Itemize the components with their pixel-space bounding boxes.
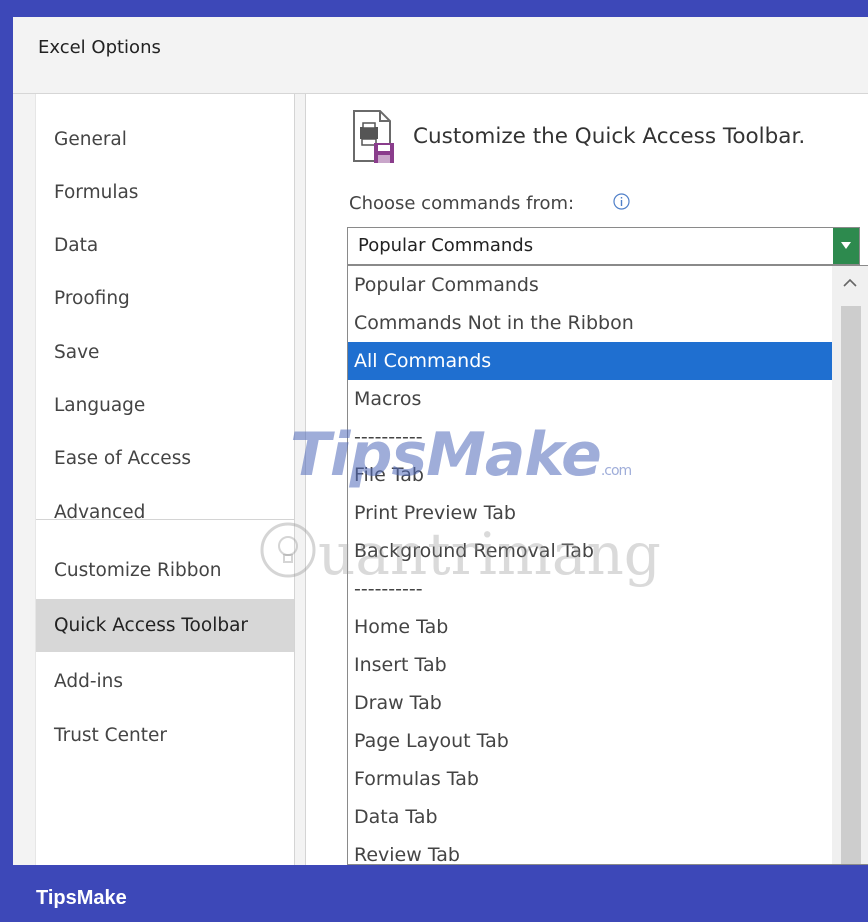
quantrimang-watermark: uantrimang: [318, 520, 661, 588]
nav-divider: [36, 519, 294, 520]
tipsmake-watermark: TipsMake.com: [290, 420, 632, 490]
option-draw-tab[interactable]: Draw Tab: [348, 684, 832, 722]
footer-brand: TipsMake: [36, 887, 127, 909]
dropdown-toggle-button[interactable]: [833, 228, 859, 264]
list-scrollbar[interactable]: [832, 266, 868, 864]
watermark-brand: TipsMake: [290, 420, 602, 490]
options-nav: General Formulas Data Proofing Save Lang…: [35, 94, 295, 865]
option-review-tab[interactable]: Review Tab: [348, 836, 832, 864]
choose-commands-dropdown[interactable]: Popular Commands: [347, 227, 860, 265]
option-commands-not-in-ribbon[interactable]: Commands Not in the Ribbon: [348, 304, 832, 342]
lightbulb-watermark-icon: [260, 522, 316, 578]
quick-access-toolbar-icon: [353, 110, 394, 163]
info-icon[interactable]: [613, 193, 630, 210]
nav-item-advanced[interactable]: Advanced: [36, 488, 294, 538]
panel-heading: Customize the Quick Access Toolbar.: [413, 124, 806, 149]
option-home-tab[interactable]: Home Tab: [348, 608, 832, 646]
option-insert-tab[interactable]: Insert Tab: [348, 646, 832, 684]
nav-item-data[interactable]: Data: [36, 221, 294, 271]
dropdown-selected-value: Popular Commands: [358, 235, 534, 256]
nav-item-ease-of-access[interactable]: Ease of Access: [36, 434, 294, 484]
nav-item-formulas[interactable]: Formulas: [36, 168, 294, 218]
nav-item-language[interactable]: Language: [36, 381, 294, 431]
window-title: Excel Options: [38, 37, 161, 58]
option-page-layout-tab[interactable]: Page Layout Tab: [348, 722, 832, 760]
chevron-down-icon: [841, 242, 851, 249]
nav-item-proofing[interactable]: Proofing: [36, 274, 294, 324]
option-formulas-tab[interactable]: Formulas Tab: [348, 760, 832, 798]
scrollbar-thumb[interactable]: [841, 306, 861, 864]
footer-bar: TipsMake: [0, 865, 868, 922]
nav-item-trust-center[interactable]: Trust Center: [36, 711, 294, 761]
chevron-up-icon[interactable]: [842, 278, 858, 288]
watermark-brand-suffix: .com: [600, 463, 632, 479]
nav-item-customize-ribbon[interactable]: Customize Ribbon: [36, 546, 294, 596]
nav-item-general[interactable]: General: [36, 115, 294, 165]
choose-commands-label: Choose commands from:: [349, 193, 575, 214]
nav-item-add-ins[interactable]: Add-ins: [36, 657, 294, 707]
option-data-tab[interactable]: Data Tab: [348, 798, 832, 836]
nav-item-save[interactable]: Save: [36, 328, 294, 378]
option-macros[interactable]: Macros: [348, 380, 832, 418]
option-all-commands[interactable]: All Commands: [348, 342, 832, 380]
option-popular-commands[interactable]: Popular Commands: [348, 266, 832, 304]
nav-item-quick-access-toolbar[interactable]: Quick Access Toolbar: [36, 599, 294, 652]
